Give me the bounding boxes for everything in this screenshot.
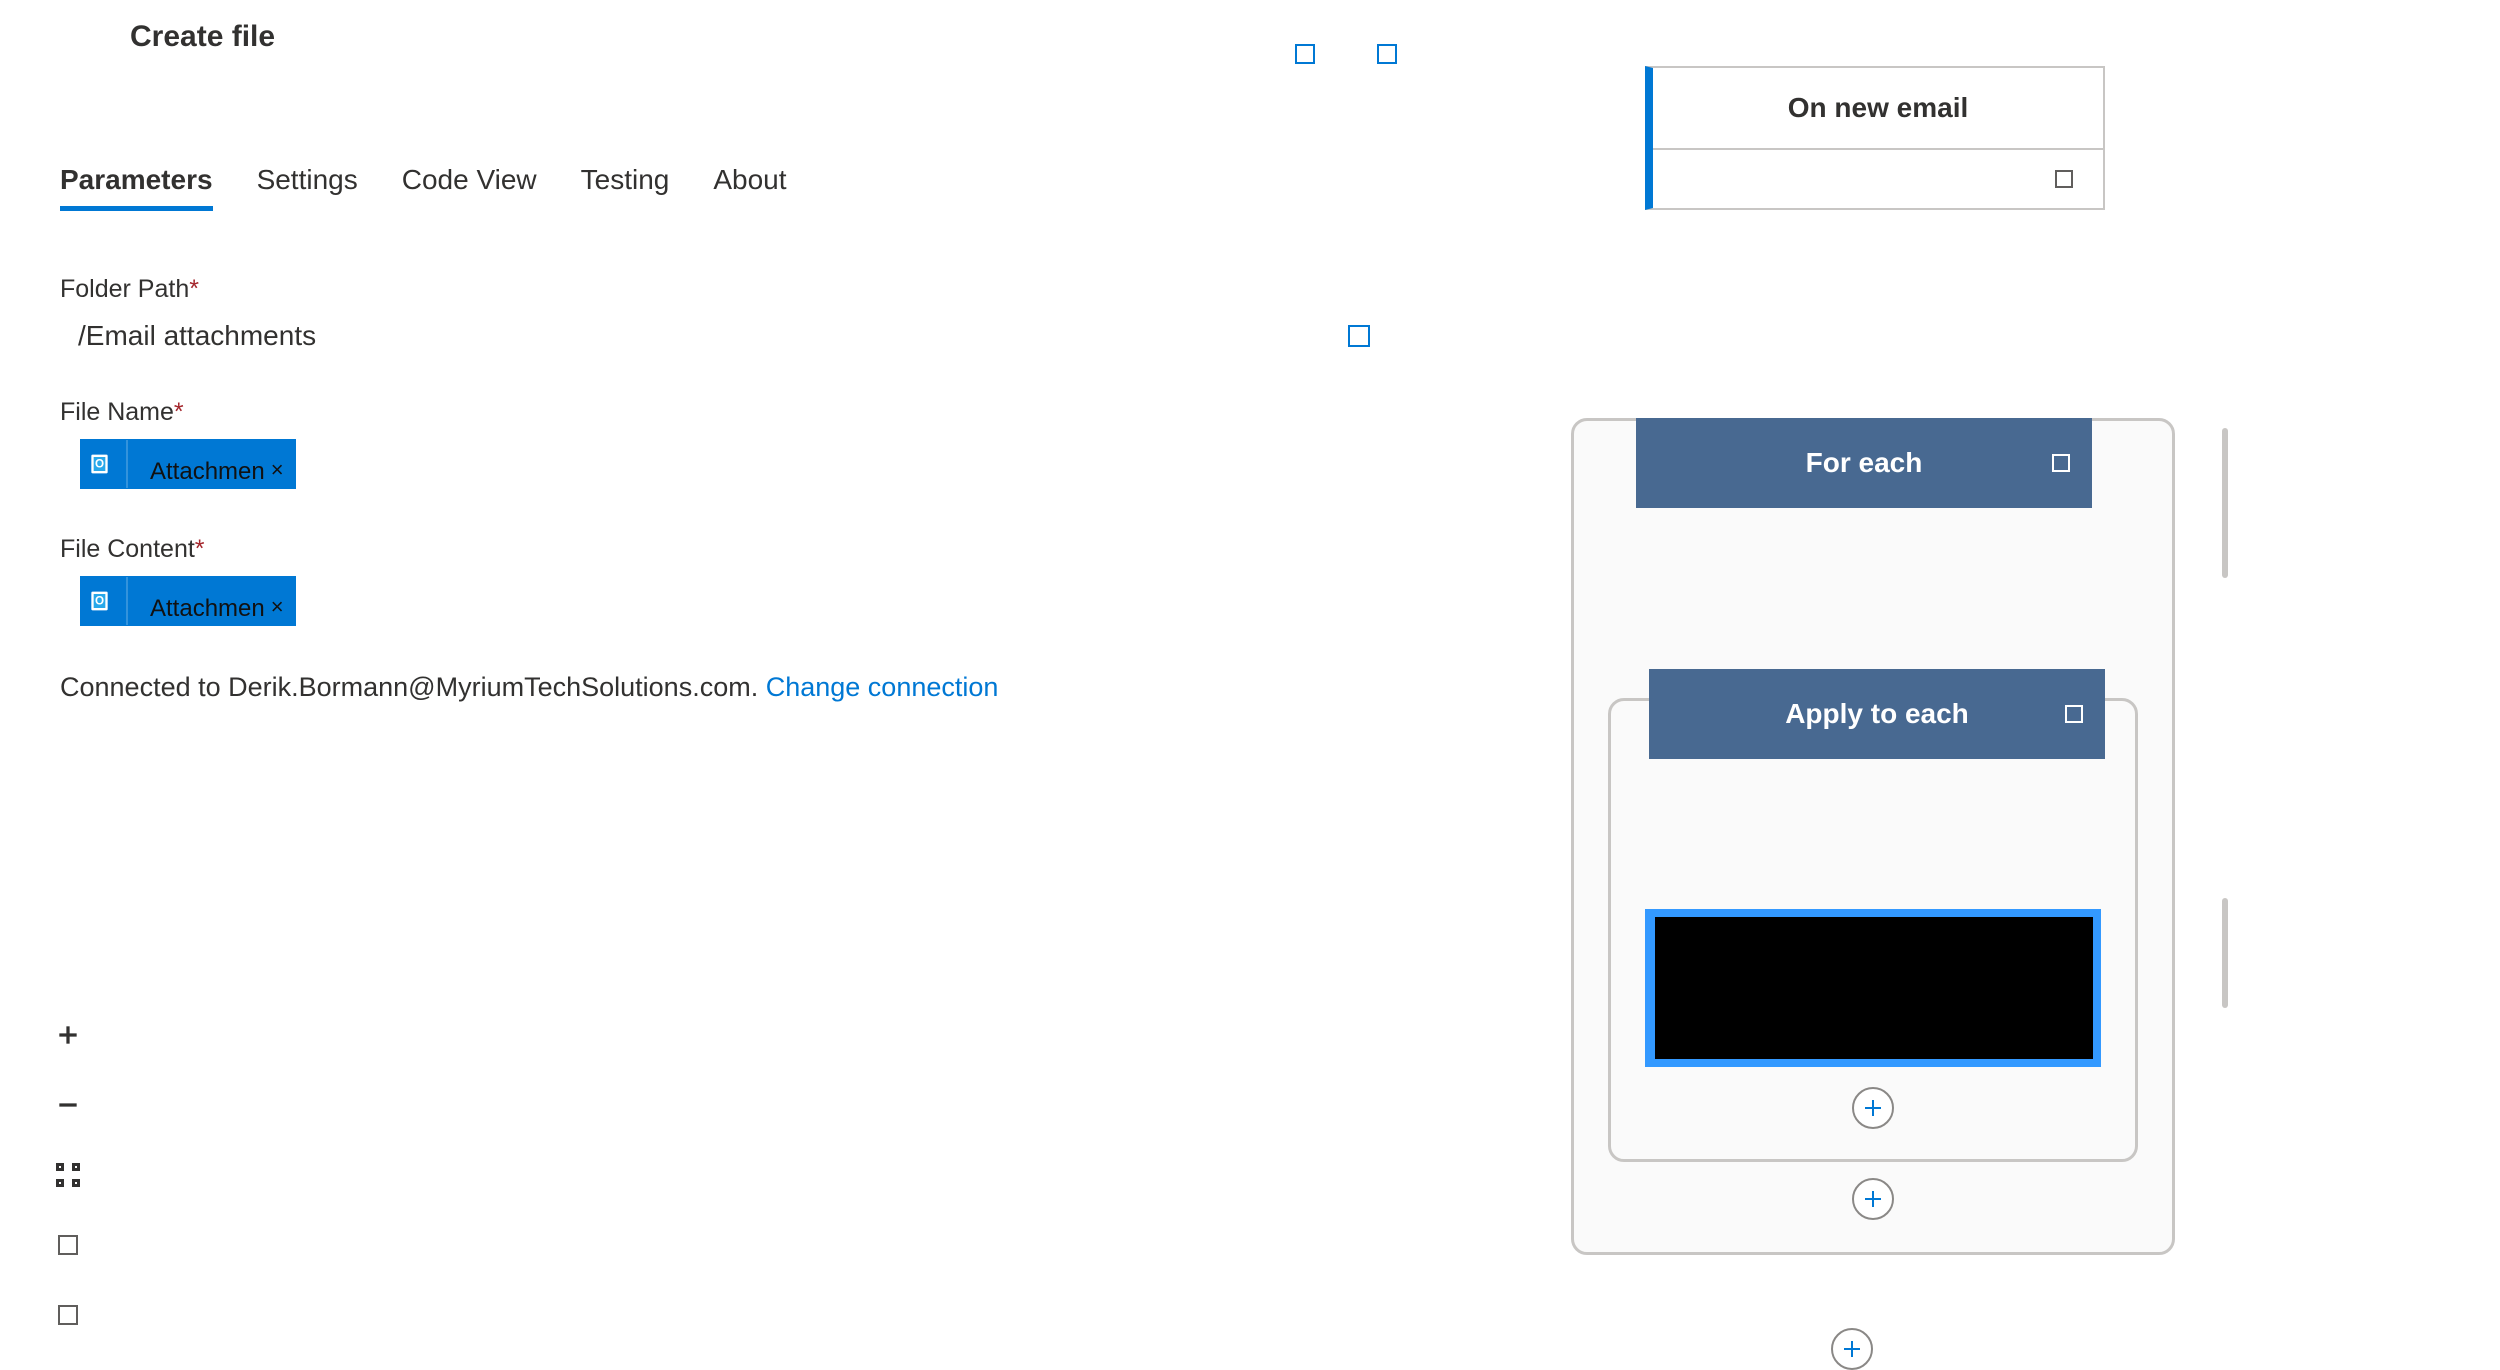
field-file-content: File Content* O Attachmen × [60,535,1360,626]
tab-settings[interactable]: Settings [257,164,358,211]
svg-text:O: O [95,595,104,608]
trigger-card[interactable]: On new email [1645,66,2105,210]
add-action-outer-button[interactable] [1852,1178,1894,1220]
file-name-label: File Name* [60,398,1360,427]
action-editor-panel: Create file Parameters Settings Code Vie… [60,20,1360,703]
minimap-tick [2222,898,2228,1008]
square-icon [58,1235,78,1255]
foreach-title: For each [1636,447,2092,479]
foreach-container[interactable]: For each Apply to each [1571,418,2175,1255]
flow-canvas: On new email For each Apply to each [1645,66,2205,360]
apply-title: Apply to each [1649,698,2105,730]
file-content-token-text: Attachmen [130,579,265,623]
panel-title: Create file [130,20,1360,54]
tab-code-view[interactable]: Code View [402,164,537,211]
square-icon [58,1305,78,1325]
token-remove-icon[interactable]: × [271,582,284,620]
tab-parameters[interactable]: Parameters [60,164,213,211]
top-icon-bar [1295,44,1397,64]
tabs: Parameters Settings Code View Testing Ab… [60,164,1360,211]
zoom-in-button[interactable] [38,1000,98,1070]
top-action-icon-2[interactable] [1377,44,1397,64]
file-name-token-text: Attachmen [130,442,265,486]
foreach-menu-icon[interactable] [2052,454,2070,472]
file-name-token[interactable]: O Attachmen × [80,439,296,489]
toolbar-button-2[interactable] [38,1280,98,1350]
outlook-icon: O [80,577,128,625]
trigger-body [1653,150,2103,208]
connection-email: Derik.Bormann@MyriumTechSolutions.com [228,672,751,702]
top-action-icon-1[interactable] [1295,44,1315,64]
toolbar-button-1[interactable] [38,1210,98,1280]
token-remove-icon[interactable]: × [271,445,284,483]
tab-about[interactable]: About [713,164,786,211]
folder-path-value[interactable]: /Email attachments [60,320,316,352]
minimap-tick [2222,428,2228,578]
apply-menu-icon[interactable] [2065,705,2083,723]
fit-screen-button[interactable] [38,1140,98,1210]
connection-status: Connected to Derik.Bormann@MyriumTechSol… [60,672,1360,703]
outlook-icon: O [80,440,128,488]
zoom-toolbar [38,1000,98,1350]
selected-action-card[interactable] [1645,909,2101,1067]
apply-header[interactable]: Apply to each [1649,669,2105,759]
folder-path-label: Folder Path* [60,275,1360,304]
add-action-inner-button[interactable] [1852,1087,1894,1129]
field-folder-path: Folder Path* /Email attachments [60,275,1360,352]
zoom-out-button[interactable] [38,1070,98,1140]
change-connection-link[interactable]: Change connection [766,672,999,702]
file-content-label: File Content* [60,535,1360,564]
tab-testing[interactable]: Testing [581,164,670,211]
file-content-token[interactable]: O Attachmen × [80,576,296,626]
folder-browse-icon[interactable] [1348,325,1370,347]
field-file-name: File Name* O Attachmen × [60,398,1360,489]
trigger-title: On new email [1653,68,2103,150]
fit-screen-icon [56,1163,80,1187]
svg-text:O: O [95,458,104,471]
apply-to-each-container[interactable]: Apply to each [1608,698,2138,1162]
foreach-header[interactable]: For each [1636,418,2092,508]
trigger-menu-icon[interactable] [2055,170,2073,188]
